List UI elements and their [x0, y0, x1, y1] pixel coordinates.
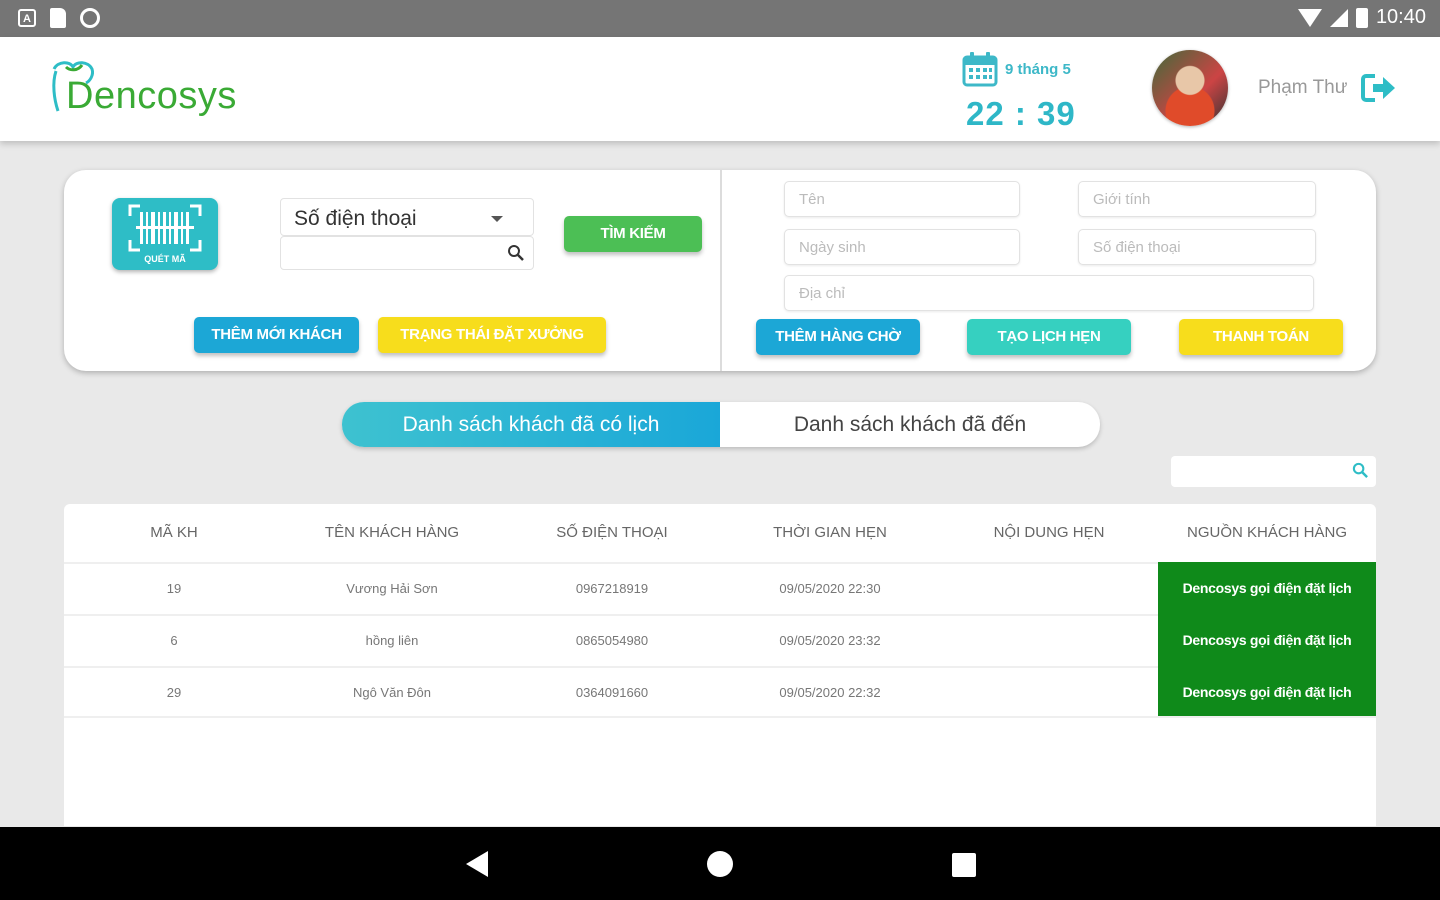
workshop-status-button[interactable]: TRẠNG THÁI ĐẶT XƯỞNG [378, 317, 606, 353]
avatar[interactable] [1152, 50, 1228, 126]
tab-scheduled-customers[interactable]: Danh sách khách đã có lịch [342, 402, 720, 447]
table-header: MÃ KH TÊN KHÁCH HÀNG SỐ ĐIỆN THOẠI THỜI … [64, 504, 1376, 562]
time-label: 22 : 39 [966, 95, 1076, 132]
search-type-select[interactable]: Số điện thoại [280, 198, 534, 236]
add-customer-button[interactable]: THÊM MỚI KHÁCH [194, 317, 359, 353]
add-queue-button[interactable]: THÊM HÀNG CHỜ [756, 319, 920, 355]
column-header-name: TÊN KHÁCH HÀNG [324, 524, 460, 541]
cell-name: Vương Hải Sơn [346, 581, 438, 596]
scan-label: QUÉT MÃ [144, 254, 186, 264]
column-header-time: THỜI GIAN HẸN [773, 524, 887, 541]
signal-icon [1329, 8, 1348, 27]
column-header-phone: SỐ ĐIỆN THOẠI [556, 524, 668, 541]
phone-field [1078, 229, 1316, 265]
app-header: Dencosys 9 tháng 5 22 : 39 Phạm Thư [0, 37, 1440, 141]
search-input[interactable] [289, 237, 499, 267]
cell-phone: 0865054980 [575, 633, 649, 648]
status-time: 10:40 [1375, 6, 1426, 28]
table-row[interactable]: 6 hồng liên 0865054980 09/05/2020 23:32 … [64, 614, 1376, 666]
row-divider [64, 716, 1376, 718]
cell-name: Ngô Văn Đôn [352, 685, 432, 700]
appointments-table: MÃ KH TÊN KHÁCH HÀNG SỐ ĐIỆN THOẠI THỜI … [64, 504, 1376, 826]
user-name: Phạm Thư [1258, 77, 1348, 98]
dob-input[interactable] [799, 232, 1010, 262]
scan-code-button[interactable]: QUÉT MÃ [112, 198, 218, 270]
column-header-source: NGUỒN KHÁCH HÀNG [1186, 524, 1347, 541]
list-tabs: Danh sách khách đã có lịch Danh sách khá… [342, 402, 1100, 447]
search-type-value: Số điện thoại [294, 207, 417, 230]
cell-phone: 0967218919 [575, 581, 649, 596]
table-search-input[interactable] [1179, 458, 1349, 485]
table-search-box [1171, 456, 1376, 487]
battery-icon [1355, 7, 1368, 28]
cell-id: 19 [166, 581, 182, 596]
table-row[interactable]: 29 Ngô Văn Đôn 0364091660 09/05/2020 22:… [64, 666, 1376, 718]
gender-field [1078, 181, 1316, 217]
logo-text: Dencosys [66, 75, 237, 117]
search-icon[interactable] [1352, 462, 1369, 479]
dob-field [784, 229, 1020, 265]
create-appointment-button[interactable]: TẠO LỊCH HẸN [967, 319, 1131, 355]
cell-source: Dencosys gọi điện đặt lịch [1158, 666, 1376, 718]
search-input-box [280, 236, 534, 270]
cell-name: hồng liên [365, 633, 419, 648]
address-input[interactable] [799, 278, 1275, 308]
payment-button[interactable]: THANH TOÁN [1179, 319, 1343, 355]
cell-source: Dencosys gọi điện đặt lịch [1158, 562, 1376, 614]
gender-input[interactable] [1093, 184, 1306, 214]
a-icon: A [18, 9, 36, 27]
recent-apps-icon[interactable] [952, 853, 976, 877]
tab-arrived-customers[interactable]: Danh sách khách đã đến [720, 402, 1100, 447]
circle-icon [80, 8, 100, 28]
cell-id: 29 [166, 685, 182, 700]
wifi-icon [1297, 8, 1322, 27]
system-nav-bar [0, 827, 1440, 900]
date-time-block: 9 tháng 5 22 : 39 [960, 49, 1090, 133]
search-icon[interactable] [507, 244, 525, 262]
barcode-icon [128, 204, 202, 252]
reception-panel: QUÉT MÃ Số điện thoại TÌM KIẾM THÊM MỚI … [64, 170, 1376, 371]
logout-icon[interactable] [1361, 73, 1397, 103]
column-header-id: MÃ KH [150, 524, 198, 541]
cell-time: 09/05/2020 22:30 [779, 581, 881, 596]
name-field [784, 181, 1020, 217]
table-row[interactable]: 19 Vương Hải Sơn 0967218919 09/05/2020 2… [64, 562, 1376, 614]
address-field [784, 275, 1314, 311]
logo[interactable]: Dencosys [48, 57, 248, 121]
home-icon[interactable] [707, 851, 733, 877]
cell-id: 6 [170, 633, 178, 648]
date-label: 9 tháng 5 [1005, 61, 1071, 78]
cell-time: 09/05/2020 22:32 [779, 685, 881, 700]
search-button[interactable]: TÌM KIẾM [564, 216, 702, 252]
sd-card-icon [50, 8, 66, 28]
phone-input[interactable] [1093, 232, 1306, 262]
panel-divider [720, 170, 722, 371]
status-bar: A 10:40 [0, 0, 1440, 37]
cell-time: 09/05/2020 23:32 [779, 633, 881, 648]
calendar-icon [962, 52, 998, 87]
back-icon[interactable] [466, 851, 488, 877]
chevron-down-icon [491, 216, 503, 222]
cell-phone: 0364091660 [575, 685, 649, 700]
name-input[interactable] [799, 184, 1010, 214]
cell-source: Dencosys gọi điện đặt lịch [1158, 614, 1376, 666]
column-header-content: NỘI DUNG HẸN [993, 524, 1105, 541]
